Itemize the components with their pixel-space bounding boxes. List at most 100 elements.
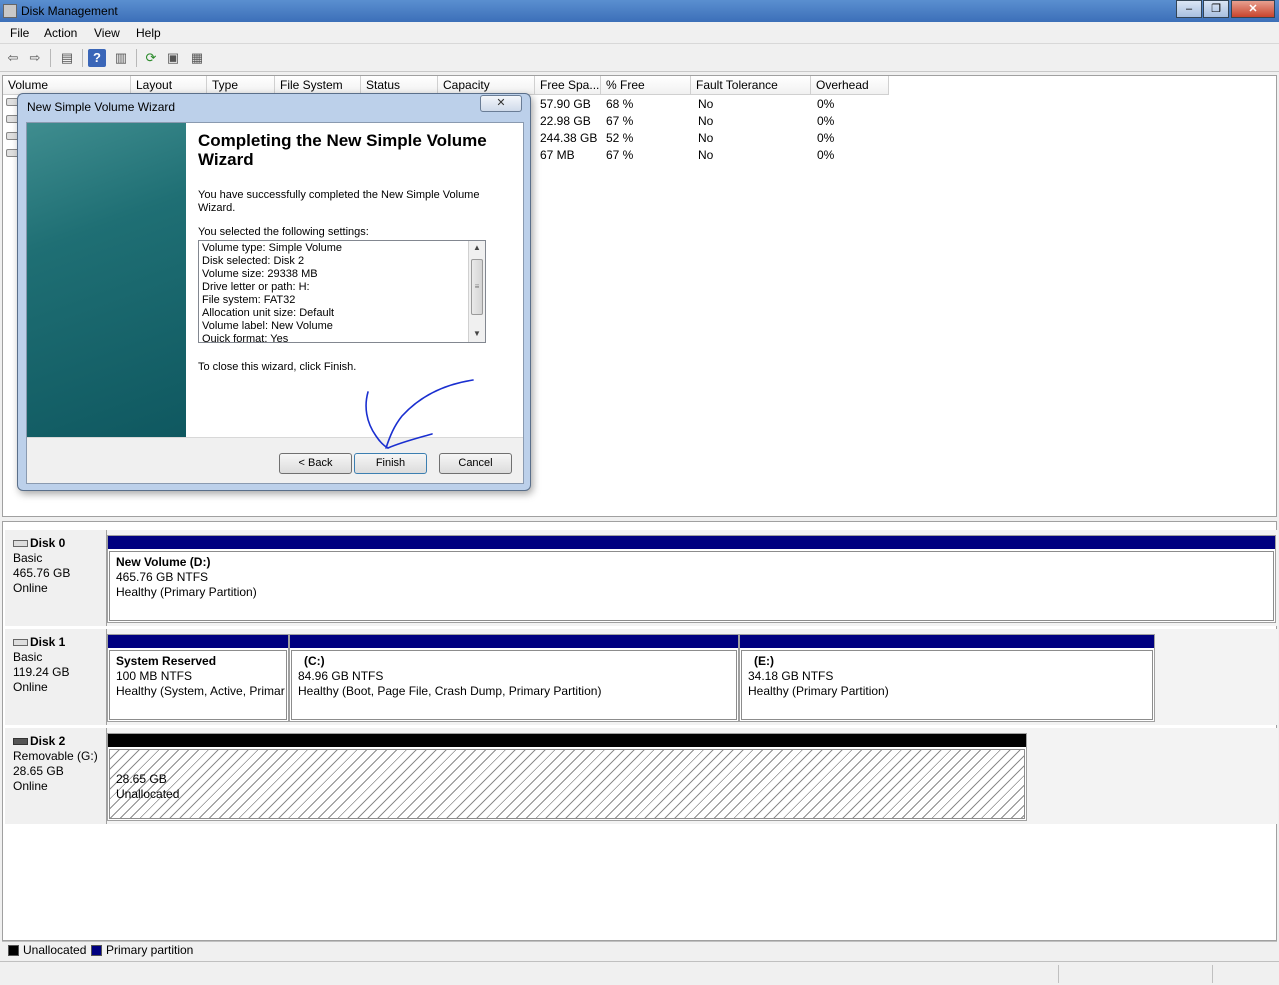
disk-status: Online — [13, 779, 48, 793]
overhead-cell: 0% — [817, 97, 835, 111]
partition-size: 84.96 GB NTFS — [298, 669, 384, 683]
legend-label-unallocated: Unallocated — [23, 943, 87, 957]
disk-size: 28.65 GB — [13, 764, 64, 778]
wizard-settings-label: You selected the following settings: — [198, 226, 369, 238]
legend-label-primary: Primary partition — [106, 943, 194, 957]
disk-type: Basic — [13, 551, 43, 565]
legend: Unallocated Primary partition — [2, 941, 1277, 959]
setting-line: Volume type: Simple Volume — [202, 242, 343, 254]
free-space-cell: 57.90 GB — [540, 97, 591, 111]
partition-status: Healthy (Boot, Page File, Crash Dump, Pr… — [298, 684, 602, 698]
partition-bar — [108, 536, 1275, 549]
partition-status: Healthy (Primary Partition) — [116, 585, 257, 599]
toolbar-separator — [82, 49, 83, 67]
partition-bar — [108, 734, 1026, 747]
status-bar — [0, 961, 1279, 985]
overhead-cell: 0% — [817, 148, 835, 162]
partition-bar — [108, 635, 288, 648]
setting-line: Allocation unit size: Default — [202, 307, 335, 319]
title-bar: Disk Management – ❐ ✕ — [0, 0, 1279, 22]
menu-file[interactable]: File — [10, 26, 29, 40]
wizard-side-banner — [27, 123, 186, 437]
disk-status: Online — [13, 680, 48, 694]
partition-body: (C:) 84.96 GB NTFS Healthy (Boot, Page F… — [291, 650, 737, 720]
partition-size: 28.65 GB — [116, 772, 167, 786]
settings-lines: Volume type: Simple Volume Disk selected… — [202, 242, 343, 342]
wizard-heading: Completing the New Simple Volume Wizard — [198, 131, 487, 169]
disk-0-label[interactable]: Disk 0 Basic 465.76 GB Online — [5, 530, 107, 626]
wizard-close-hint: To close this wizard, click Finish. — [198, 361, 357, 373]
partition-e[interactable]: (E:) 34.18 GB NTFS Healthy (Primary Part… — [739, 634, 1155, 722]
free-space-cell: 22.98 GB — [540, 114, 591, 128]
wizard-close-button[interactable]: ✕ — [480, 95, 522, 112]
wizard-footer: < Back Finish Cancel — [27, 437, 523, 483]
settings-scrollbar[interactable]: ▲ ≡ ▼ — [468, 241, 485, 342]
setting-line: Volume label: New Volume — [202, 320, 333, 332]
scroll-down-icon[interactable]: ▼ — [469, 327, 485, 341]
partition-name: New Volume (D:) — [116, 555, 211, 569]
properties-icon[interactable]: ▤ — [58, 49, 76, 67]
percent-free-cell: 68 % — [606, 97, 634, 111]
disk-name: Disk 1 — [30, 635, 66, 649]
partition-unallocated[interactable]: 28.65 GB Unallocated — [107, 733, 1027, 821]
setting-line: File system: FAT32 — [202, 294, 296, 306]
partition-name: (E:) — [754, 654, 774, 668]
partition-size: 465.76 GB NTFS — [116, 570, 209, 584]
disk-icon — [13, 738, 28, 745]
restore-button[interactable]: ❐ — [1203, 0, 1229, 18]
free-space-cell: 244.38 GB — [540, 131, 598, 145]
scroll-up-icon[interactable]: ▲ — [469, 241, 485, 255]
menu-help[interactable]: Help — [136, 26, 161, 40]
partition-d[interactable]: New Volume (D:) 465.76 GB NTFS Healthy (… — [107, 535, 1276, 623]
partition-bar — [290, 635, 738, 648]
column-fault-tolerance[interactable]: Fault Tolerance — [691, 76, 811, 95]
settings-summary-box[interactable]: Volume type: Simple Volume Disk selected… — [198, 240, 486, 343]
menu-view[interactable]: View — [94, 26, 120, 40]
status-separator — [1212, 965, 1213, 983]
help-icon[interactable]: ? — [88, 49, 106, 67]
minimize-button[interactable]: – — [1176, 0, 1202, 18]
back-button[interactable]: < Back — [279, 453, 352, 474]
new-simple-volume-wizard: New Simple Volume Wizard ✕ Completing th… — [17, 93, 531, 491]
setting-line: Drive letter or path: H: — [202, 281, 310, 293]
menu-action[interactable]: Action — [44, 26, 77, 40]
free-space-cell: 67 MB — [540, 148, 575, 162]
close-button[interactable]: ✕ — [1231, 0, 1275, 18]
rescan-icon[interactable]: ▣ — [164, 49, 182, 67]
show-hide-icon[interactable]: ▥ — [112, 49, 130, 67]
back-icon[interactable]: ⇦ — [4, 49, 22, 67]
window-title: Disk Management — [21, 4, 118, 18]
column-free-space[interactable]: Free Spa... — [535, 76, 601, 95]
partition-name: (C:) — [304, 654, 325, 668]
disk-name: Disk 2 — [30, 734, 66, 748]
disk-2-label[interactable]: Disk 2 Removable (G:) 28.65 GB Online — [5, 728, 107, 824]
settings-icon[interactable]: ▦ — [188, 49, 206, 67]
disk-size: 465.76 GB — [13, 566, 71, 580]
forward-icon[interactable]: ⇨ — [26, 49, 44, 67]
column-overhead[interactable]: Overhead — [811, 76, 889, 95]
wizard-intro-text: You have successfully completed the New … — [198, 189, 480, 214]
partition-c[interactable]: (C:) 84.96 GB NTFS Healthy (Boot, Page F… — [289, 634, 739, 722]
fault-tolerance-cell: No — [698, 148, 714, 162]
overhead-cell: 0% — [817, 131, 835, 145]
partition-status: Healthy (System, Active, Primar — [116, 684, 285, 698]
scroll-thumb[interactable]: ≡ — [471, 259, 483, 315]
partition-size: 100 MB NTFS — [116, 669, 193, 683]
disk-icon — [13, 540, 28, 547]
finish-button[interactable]: Finish — [354, 453, 427, 474]
column-percent-free[interactable]: % Free — [601, 76, 691, 95]
partition-status: Healthy (Primary Partition) — [748, 684, 889, 698]
disk-1-label[interactable]: Disk 1 Basic 119.24 GB Online — [5, 629, 107, 725]
partition-body: (E:) 34.18 GB NTFS Healthy (Primary Part… — [741, 650, 1153, 720]
fault-tolerance-cell: No — [698, 114, 714, 128]
partition-system-reserved[interactable]: System Reserved 100 MB NTFS Healthy (Sys… — [107, 634, 289, 722]
cancel-button[interactable]: Cancel — [439, 453, 512, 474]
refresh-icon[interactable]: ⟳ — [142, 49, 160, 67]
partition-name: System Reserved — [116, 654, 217, 668]
wizard-main: Completing the New Simple Volume Wizard … — [186, 123, 523, 437]
wizard-title: New Simple Volume Wizard — [27, 100, 176, 114]
fault-tolerance-cell: No — [698, 131, 714, 145]
partition-size: 34.18 GB NTFS — [748, 669, 834, 683]
disk-graphical-view: Disk 0 Basic 465.76 GB Online New Volume… — [2, 521, 1278, 941]
toolbar-separator — [50, 49, 51, 67]
